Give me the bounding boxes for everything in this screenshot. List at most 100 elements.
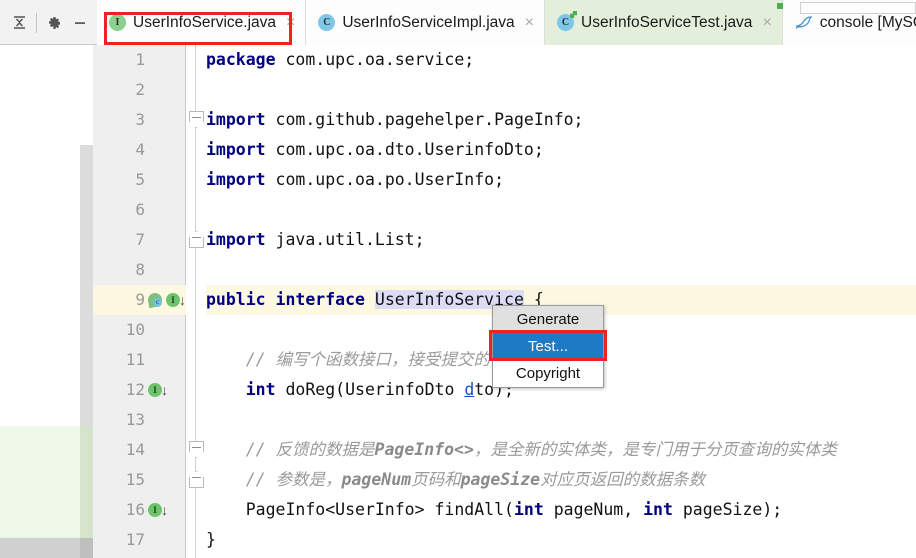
tab-list: I UserInfoService.java × C UserInfoServi… xyxy=(97,0,916,45)
mysql-dolphin-icon xyxy=(795,15,813,31)
tab-label: UserInfoServiceTest.java xyxy=(581,13,753,31)
code-token-kw: int xyxy=(513,500,544,519)
fold-start-icon[interactable] xyxy=(189,441,204,458)
code-line-row[interactable]: 6 xyxy=(0,195,916,225)
toolbar-divider xyxy=(36,12,37,33)
code-line-row[interactable]: 2 xyxy=(0,75,916,105)
line-number: 17 xyxy=(125,530,145,549)
line-number: 4 xyxy=(135,140,145,159)
code-token-kw: import xyxy=(206,230,266,249)
code-token-kw: int xyxy=(643,500,673,519)
code-line-row[interactable]: 15 // 参数是，pageNum页码和pageSize对应页返回的数据条数 xyxy=(0,465,916,495)
menu-item-generate[interactable]: Generate xyxy=(493,306,603,333)
close-icon[interactable]: × xyxy=(286,14,295,31)
code-token-plain: PageInfo<UserInfo> findAll( xyxy=(206,500,514,519)
fold-end-icon[interactable] xyxy=(189,471,204,488)
editor-toolbar xyxy=(0,0,97,45)
code-token-cmt: // 反馈的数据是 xyxy=(206,440,375,459)
line-number: 1 xyxy=(135,50,145,69)
code-line-row[interactable]: 13 xyxy=(0,405,916,435)
line-code-background xyxy=(206,255,916,285)
horizontal-scrollbar-thumb[interactable] xyxy=(800,2,916,14)
code-token-cmt: 对应页返回的数据条数 xyxy=(540,470,706,489)
tab-userinfoserviceimpl[interactable]: C UserInfoServiceImpl.java × xyxy=(306,0,545,45)
settings-gear-icon[interactable] xyxy=(41,8,67,38)
code-token-param: d xyxy=(464,380,475,399)
code-text: import java.util.List; xyxy=(206,225,425,255)
line-number: 15 xyxy=(125,470,145,489)
generate-context-menu[interactable]: Generate Test... Copyright xyxy=(492,305,604,388)
tab-label: UserInfoServiceImpl.java xyxy=(342,13,515,31)
collapse-all-icon[interactable] xyxy=(6,8,32,38)
code-line-row[interactable]: 10 xyxy=(0,315,916,345)
code-line-row[interactable]: 11 // 编写个函数接口，接受提交的前端数据 xyxy=(0,345,916,375)
code-token-plain: com.github.pagehelper.PageInfo; xyxy=(265,110,584,129)
code-line-row[interactable]: 1 package com.upc.oa.service; xyxy=(0,45,916,75)
minimize-icon[interactable] xyxy=(67,8,93,38)
ide-editor-window: I UserInfoService.java × C UserInfoServi… xyxy=(0,0,916,558)
code-line-row[interactable]: 3 import com.github.pagehelper.PageInfo; xyxy=(0,105,916,135)
code-line-row[interactable]: 4 import com.upc.oa.dto.UserinfoDto; xyxy=(0,135,916,165)
code-token-cmt: 页码和 xyxy=(411,470,461,489)
line-number: 11 xyxy=(125,350,145,369)
code-line-row[interactable]: 8 xyxy=(0,255,916,285)
inspection-marker-icon xyxy=(777,3,783,9)
line-number: 13 xyxy=(125,410,145,429)
editor-tab-bar: I UserInfoService.java × C UserInfoServi… xyxy=(0,0,916,45)
code-line-row[interactable]: 12 I ↓ int doReg(UserinfoDto dto); xyxy=(0,375,916,405)
menu-item-copyright[interactable]: Copyright xyxy=(493,360,603,387)
code-token-kw: public interface xyxy=(206,290,375,309)
interface-down-icon[interactable]: I ↓ xyxy=(148,382,170,399)
tab-userinfoservicetest[interactable]: C UserInfoServiceTest.java × xyxy=(545,0,783,45)
code-text: import com.upc.oa.po.UserInfo; xyxy=(206,165,504,195)
line-number: 12 xyxy=(125,380,145,399)
close-icon[interactable]: × xyxy=(762,14,771,31)
code-text: package com.upc.oa.service; xyxy=(206,45,474,75)
code-token-kw: import xyxy=(206,110,266,129)
code-token-plain: com.upc.oa.po.UserInfo; xyxy=(265,170,505,189)
line-number: 9 xyxy=(135,290,145,309)
line-code-background xyxy=(206,405,916,435)
code-line-row[interactable]: 7 import java.util.List; xyxy=(0,225,916,255)
code-editor-area[interactable]: 1 package com.upc.oa.service; 2 3 import com… xyxy=(0,45,916,558)
code-line-row[interactable]: 5 import com.upc.oa.po.UserInfo; xyxy=(0,165,916,195)
code-text: } xyxy=(206,525,216,555)
code-text: import com.github.pagehelper.PageInfo; xyxy=(206,105,584,135)
interface-down-icon[interactable]: I ↓ xyxy=(148,502,170,519)
interface-down-icon[interactable]: I ↓ xyxy=(166,292,188,309)
tab-userinfoservice[interactable]: I UserInfoService.java × xyxy=(97,0,307,45)
menu-item-test[interactable]: Test... xyxy=(493,333,603,360)
fold-start-icon[interactable] xyxy=(189,111,204,128)
tab-label: console [MySQ xyxy=(819,13,916,31)
line-number: 3 xyxy=(135,110,145,129)
close-icon[interactable]: × xyxy=(525,14,534,31)
code-text: PageInfo<UserInfo> findAll(int pageNum, … xyxy=(206,495,782,525)
gutter-icons: I ↓ xyxy=(148,495,170,525)
code-line-row[interactable]: 14 // 反馈的数据是PageInfo<>，是全新的实体类，是专门用于分页查询… xyxy=(0,435,916,465)
code-token-cmt-b: PageInfo<> xyxy=(374,440,474,459)
code-token-kw: package xyxy=(206,50,276,69)
line-number: 8 xyxy=(135,260,145,279)
line-number: 7 xyxy=(135,230,145,249)
tab-label: UserInfoService.java xyxy=(133,13,277,31)
line-code-background xyxy=(206,195,916,225)
code-line-row[interactable]: 17} xyxy=(0,525,916,555)
code-token-kw: import xyxy=(206,170,266,189)
code-line-row[interactable]: 9 c I ↓ public interface UserInfoService { xyxy=(0,285,916,315)
implemented-icon[interactable]: c xyxy=(146,291,165,308)
gutter-icons: I ↓ xyxy=(148,375,170,405)
code-text: // 反馈的数据是PageInfo<>，是全新的实体类，是专门用于分页查询的实体… xyxy=(206,435,837,465)
line-code-background xyxy=(206,525,916,555)
code-token-kw: int xyxy=(245,380,276,399)
code-line-row[interactable]: 16 I ↓ PageInfo<UserInfo> findAll(int page… xyxy=(0,495,916,525)
code-token-plain: pageSize); xyxy=(672,500,783,519)
fold-end-icon[interactable] xyxy=(189,231,204,248)
code-token-plain: } xyxy=(206,530,216,549)
code-token-cmt-b: pageSize xyxy=(460,470,541,489)
gutter-icons: c I ↓ xyxy=(146,285,188,315)
interface-icon: I xyxy=(109,14,126,31)
code-lines: 1 package com.upc.oa.service; 2 3 import com… xyxy=(0,45,916,558)
test-class-icon: C xyxy=(557,14,574,31)
code-text: int doReg(UserinfoDto dto); xyxy=(206,375,514,405)
